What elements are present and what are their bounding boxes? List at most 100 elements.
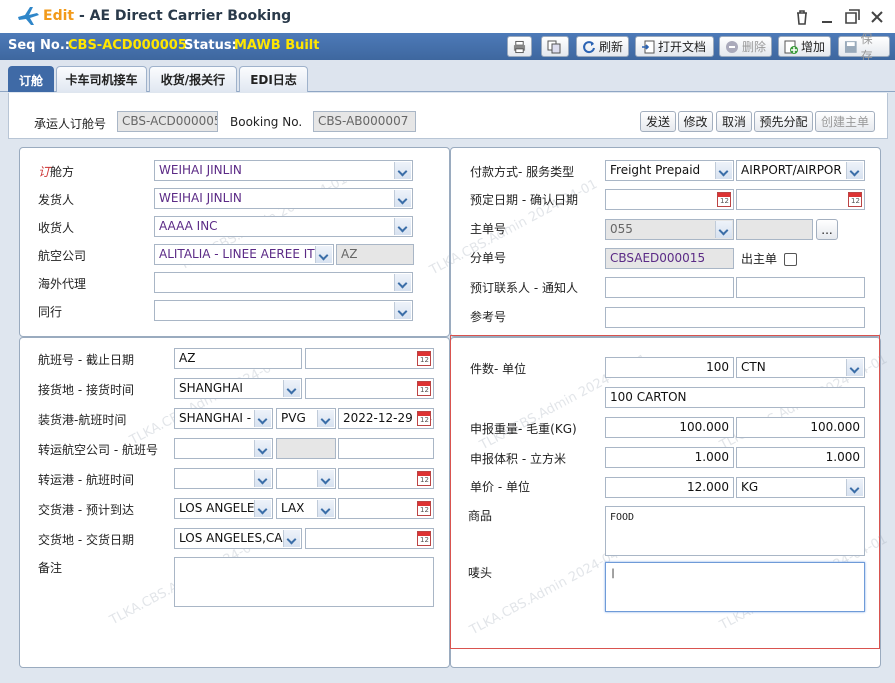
shipper-select[interactable]: WEIHAI JINLIN	[154, 188, 413, 209]
chevron-down-icon[interactable]	[394, 190, 411, 207]
weight-label: 申报重量- 毛重(KG)	[470, 422, 577, 436]
transfer-flight-input[interactable]	[338, 438, 434, 459]
chevron-down-icon[interactable]	[394, 162, 411, 179]
chevron-down-icon[interactable]	[394, 274, 411, 291]
chevron-down-icon[interactable]	[317, 500, 334, 517]
tab-receiving-customs[interactable]: 收货/报关行	[149, 66, 237, 92]
maximize-icon[interactable]	[843, 8, 861, 26]
discharge-port-code-select[interactable]: LAX	[276, 498, 336, 519]
price-unit-select[interactable]: KG	[736, 477, 865, 498]
marks-textarea[interactable]: |	[605, 562, 865, 612]
chevron-down-icon[interactable]	[315, 246, 332, 263]
delivery-place-select[interactable]: LOS ANGELES,CA	[174, 528, 302, 549]
chevron-down-icon[interactable]	[254, 410, 271, 427]
calendar-icon[interactable]	[417, 411, 431, 426]
declared-volume-input[interactable]: 1.000	[605, 447, 734, 468]
minimize-icon[interactable]	[818, 8, 836, 26]
unit-price-input[interactable]: 12.000	[605, 477, 734, 498]
cbm-input[interactable]: 1.000	[736, 447, 865, 468]
save-button[interactable]: 保存	[838, 32, 890, 63]
issue-master-checkbox[interactable]	[784, 253, 797, 266]
tab-edi-log[interactable]: EDI日志	[239, 66, 308, 92]
discharge-port-select[interactable]: LOS ANGELE	[174, 498, 273, 519]
gross-weight-input[interactable]: 100.000	[736, 417, 865, 438]
chevron-down-icon[interactable]	[283, 380, 300, 397]
chevron-down-icon[interactable]	[715, 162, 732, 179]
transfer-port-select[interactable]	[174, 468, 273, 489]
notify-party-input[interactable]	[736, 277, 865, 298]
payment-method-select[interactable]: Freight Prepaid	[605, 160, 734, 181]
overseas-agent-select[interactable]	[154, 272, 413, 293]
print-button[interactable]	[507, 36, 532, 57]
calendar-icon[interactable]	[417, 471, 431, 486]
calendar-icon[interactable]	[417, 501, 431, 516]
chevron-down-icon[interactable]	[283, 530, 300, 547]
chevron-down-icon[interactable]	[317, 470, 334, 487]
pickup-time-input[interactable]	[305, 378, 434, 399]
chevron-down-icon[interactable]	[715, 221, 732, 238]
cancel-button[interactable]: 取消	[716, 111, 752, 132]
carrier-booking-label: 承运人订舱号	[34, 117, 107, 131]
pieces-unit-select[interactable]: CTN	[736, 357, 865, 378]
send-button[interactable]: 发送	[640, 111, 676, 132]
chevron-down-icon[interactable]	[846, 479, 863, 496]
pickup-place-select[interactable]: SHANGHAI	[174, 378, 302, 399]
chevron-down-icon[interactable]	[254, 500, 271, 517]
peer-select[interactable]	[154, 300, 413, 321]
airline-select[interactable]: ALITALIA - LINEE AEREE IT	[154, 244, 334, 265]
chevron-down-icon[interactable]	[254, 440, 271, 457]
tab-booking[interactable]: 订舱	[8, 66, 54, 93]
delete-button[interactable]: 删除	[719, 36, 772, 57]
master-number-label: 主单号	[470, 222, 507, 236]
transfer-flight-time-input[interactable]	[338, 468, 434, 489]
consignee-select[interactable]: AAAA INC	[154, 216, 413, 237]
transfer-airline-select[interactable]	[174, 438, 273, 459]
transfer-port-code-select[interactable]	[276, 468, 336, 489]
confirm-date-input[interactable]	[736, 189, 865, 210]
chevron-down-icon[interactable]	[846, 359, 863, 376]
copy-button[interactable]	[541, 36, 569, 57]
flight-number-input[interactable]: AZ	[174, 348, 302, 369]
service-type-select[interactable]: AIRPORT/AIRPOR	[736, 160, 865, 181]
master-number-select[interactable]: 055	[605, 219, 734, 240]
remarks-textarea[interactable]	[174, 557, 434, 607]
chevron-down-icon[interactable]	[846, 162, 863, 179]
chevron-down-icon[interactable]	[317, 410, 334, 427]
goods-textarea[interactable]: FOOD	[605, 506, 865, 556]
eta-input[interactable]	[338, 498, 434, 519]
calendar-icon[interactable]	[417, 381, 431, 396]
refresh-button[interactable]: 刷新	[576, 36, 629, 57]
pieces-input[interactable]: 100	[605, 357, 734, 378]
loading-port-code-select[interactable]: PVG	[276, 408, 336, 429]
modify-button[interactable]: 修改	[678, 111, 713, 132]
reference-input[interactable]	[605, 307, 865, 328]
create-master-button[interactable]: 创建主单	[815, 111, 875, 132]
open-document-button[interactable]: 打开文档	[635, 36, 714, 57]
trash-icon[interactable]	[793, 8, 811, 26]
calendar-icon[interactable]	[717, 192, 731, 207]
transfer-airline-code-field	[276, 438, 336, 459]
delivery-date-input[interactable]	[305, 528, 434, 549]
cutoff-date-input[interactable]	[305, 348, 434, 369]
flight-time-input[interactable]: 2022-12-29 14	[338, 408, 434, 429]
carrier-booking-field[interactable]: CBS-ACD000005	[117, 111, 218, 132]
booking-no-field[interactable]: CBS-AB000007	[313, 111, 416, 132]
master-lookup-button[interactable]: ...	[816, 219, 838, 240]
declared-weight-input[interactable]: 100.000	[605, 417, 734, 438]
loading-port-select[interactable]: SHANGHAI -	[174, 408, 273, 429]
close-icon[interactable]	[868, 8, 886, 26]
chevron-down-icon[interactable]	[254, 470, 271, 487]
booking-party-select[interactable]: WEIHAI JINLIN	[154, 160, 413, 181]
chevron-down-icon[interactable]	[394, 218, 411, 235]
calendar-icon[interactable]	[417, 351, 431, 366]
calendar-icon[interactable]	[848, 192, 862, 207]
pre-allocate-button[interactable]: 预先分配	[754, 111, 813, 132]
booking-contact-input[interactable]	[605, 277, 734, 298]
tab-truck-pickup[interactable]: 卡车司机接车	[56, 66, 147, 92]
add-button[interactable]: 增加	[778, 36, 831, 57]
chevron-down-icon[interactable]	[394, 302, 411, 319]
pieces-description-input[interactable]: 100 CARTON	[605, 387, 865, 408]
reserve-date-input[interactable]	[605, 189, 734, 210]
remarks-label: 备注	[38, 561, 63, 575]
calendar-icon[interactable]	[417, 531, 431, 546]
